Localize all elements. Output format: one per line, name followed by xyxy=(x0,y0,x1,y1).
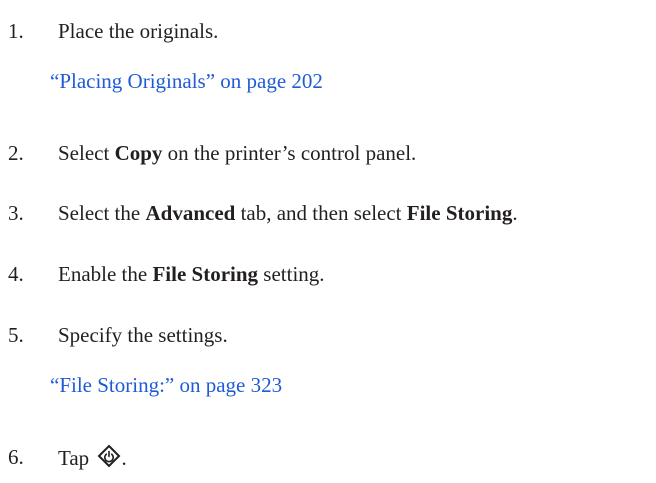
step-number: 2. xyxy=(8,141,24,165)
page: { "steps": [ { "number": "1.", "parts": … xyxy=(0,0,656,483)
step-text: Select the Advanced tab, and then select… xyxy=(58,201,518,225)
copy-label: Copy xyxy=(114,141,163,165)
step-number: 1. xyxy=(8,19,24,43)
step-text: Place the originals. xyxy=(58,19,219,43)
file-storing-label: File Storing xyxy=(406,201,513,225)
step-text: Enable the File Storing setting. xyxy=(58,262,325,286)
file-storing-label: File Storing xyxy=(152,262,259,286)
file-storing-link[interactable]: “File Storing:” on page 323 xyxy=(50,372,282,398)
step-number: 5. xyxy=(8,323,24,347)
placing-originals-link[interactable]: “Placing Originals” on page 202 xyxy=(50,68,323,94)
step-text: Specify the settings. xyxy=(58,323,228,347)
step-number: 3. xyxy=(8,201,24,225)
start-button-icon xyxy=(97,444,121,474)
step-number: 4. xyxy=(8,262,24,286)
step-text: Select Copy on the printer’s control pan… xyxy=(58,141,417,165)
step-text: Tap . xyxy=(58,444,127,474)
advanced-tab-label: Advanced xyxy=(145,201,236,225)
step-number: 6. xyxy=(8,445,24,469)
